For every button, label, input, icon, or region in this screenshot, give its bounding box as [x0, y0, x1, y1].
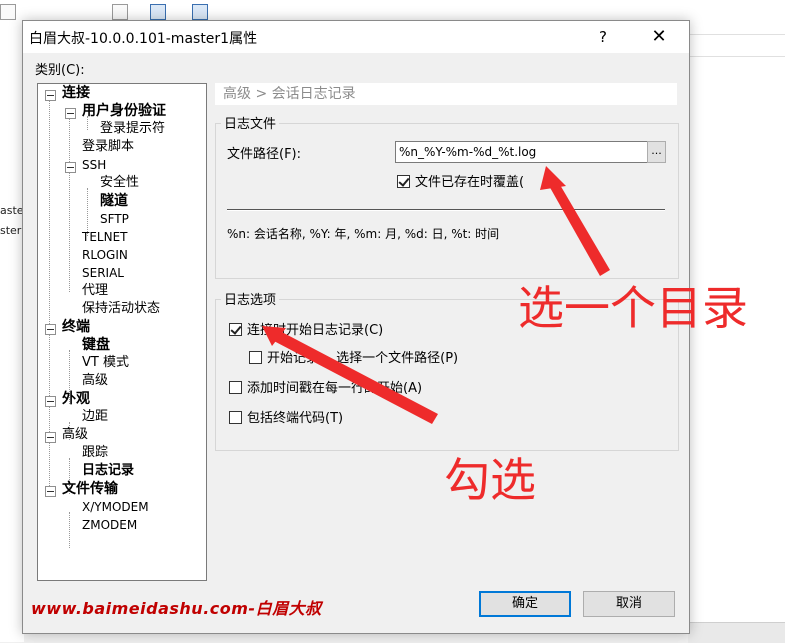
annotation-check: 勾选	[444, 453, 536, 507]
arrow-to-checkbox-shaft	[272, 330, 438, 424]
annotation-select-directory: 选一个目录	[518, 281, 748, 335]
arrow-to-path-head	[540, 166, 566, 190]
arrow-to-path-shaft	[548, 178, 610, 276]
